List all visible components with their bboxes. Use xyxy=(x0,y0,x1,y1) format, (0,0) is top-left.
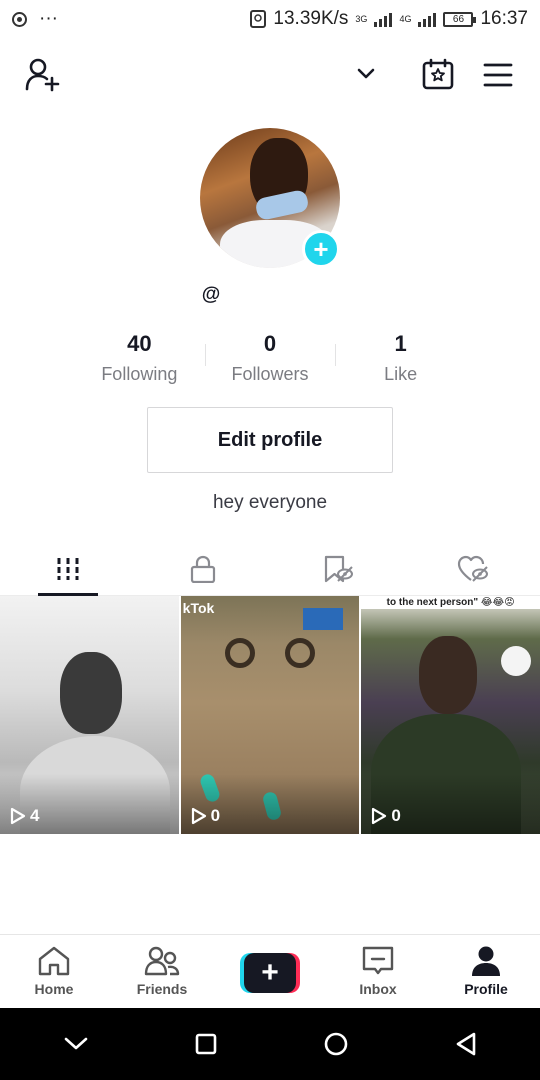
nav-profile[interactable]: Profile xyxy=(432,935,540,1008)
hamburger-menu-icon[interactable] xyxy=(483,62,513,88)
sim-icon xyxy=(250,10,267,28)
videos-grid-icon xyxy=(57,557,78,580)
view-count-value: 4 xyxy=(30,806,40,825)
home-icon xyxy=(38,946,70,976)
stat-label: Followers xyxy=(231,364,309,384)
nav-home[interactable]: Home xyxy=(0,935,108,1008)
create-plus-icon[interactable]: + xyxy=(240,953,300,993)
signal-icon-2 xyxy=(418,11,437,27)
nav-label: Home xyxy=(34,981,74,997)
friends-icon xyxy=(144,946,180,976)
stat-likes[interactable]: 1 Like xyxy=(335,330,466,390)
nav-friends[interactable]: Friends xyxy=(108,935,216,1008)
view-count-value: 0 xyxy=(391,806,401,825)
back-chevron-icon[interactable] xyxy=(63,1035,89,1053)
nav-label: Profile xyxy=(464,981,508,997)
video-grid: 4 kTok 0 to the next person" 😂😂😡 0 xyxy=(0,596,540,834)
view-count: 0 xyxy=(371,806,401,826)
video-caption: to the next person" 😂😂😡 xyxy=(361,596,540,609)
chevron-down-icon[interactable] xyxy=(356,66,376,82)
edit-profile-button[interactable]: Edit profile xyxy=(147,407,393,473)
clock: 16:37 xyxy=(480,8,528,29)
view-count: 4 xyxy=(10,806,39,826)
battery-icon: 66 xyxy=(443,11,477,27)
profile-stats: 40 Following 0 Followers 1 Like xyxy=(74,330,466,390)
hidden-bookmark-icon xyxy=(324,555,353,582)
stat-value: 1 xyxy=(394,331,407,356)
nav-label: Inbox xyxy=(359,981,397,997)
stat-label: Following xyxy=(101,364,178,384)
network-speed: 13.39K/s xyxy=(273,8,349,29)
video-tile[interactable]: 4 xyxy=(0,596,179,834)
battery-level: 66 xyxy=(452,13,465,25)
home-circle-icon[interactable] xyxy=(323,1031,349,1057)
network-type-2: 4G xyxy=(399,14,412,24)
profile-icon xyxy=(472,946,500,976)
signal-icon-1 xyxy=(374,11,393,27)
play-icon xyxy=(191,807,206,825)
stat-label: Like xyxy=(384,364,418,384)
tab-videos[interactable] xyxy=(0,542,135,596)
recents-square-icon[interactable] xyxy=(194,1032,218,1056)
back-triangle-icon[interactable] xyxy=(454,1031,478,1057)
recording-icon xyxy=(12,11,27,27)
view-count-value: 0 xyxy=(210,806,221,825)
inbox-icon xyxy=(362,946,394,975)
video-tile[interactable]: to the next person" 😂😂😡 0 xyxy=(361,596,540,834)
add-avatar-button[interactable]: + xyxy=(302,230,340,268)
nav-create[interactable]: + xyxy=(216,935,324,1008)
bio: hey everyone xyxy=(212,492,328,513)
top-nav xyxy=(0,52,540,98)
view-count: 0 xyxy=(191,806,220,826)
nav-inbox[interactable]: Inbox xyxy=(324,935,432,1008)
stat-followers[interactable]: 0 Followers xyxy=(204,330,336,390)
username: @ xyxy=(201,284,221,305)
avatar-container[interactable]: + xyxy=(200,128,340,268)
create-symbol: + xyxy=(244,953,296,993)
tab-liked[interactable] xyxy=(405,542,540,595)
play-icon xyxy=(372,807,387,825)
tab-private[interactable] xyxy=(135,542,270,595)
android-nav-bar xyxy=(0,1008,540,1080)
play-icon xyxy=(10,807,26,825)
hidden-liked-icon xyxy=(457,555,488,582)
profile-tabs xyxy=(0,542,540,596)
nav-label: Friends xyxy=(136,981,188,997)
stat-value: 0 xyxy=(263,331,277,356)
notification-dots: ··· xyxy=(39,8,58,29)
watermark: kTok xyxy=(182,600,215,616)
status-bar: ··· 13.39K/s 3G 4G 66 16:37 xyxy=(0,0,540,38)
calendar-star-icon[interactable] xyxy=(422,58,454,90)
private-lock-icon xyxy=(190,555,215,583)
add-person-icon[interactable] xyxy=(24,56,60,92)
video-tile[interactable]: kTok 0 xyxy=(180,596,360,834)
stat-value: 40 xyxy=(127,331,152,356)
network-type-1: 3G xyxy=(355,14,368,24)
stat-following[interactable]: 40 Following xyxy=(74,330,205,390)
bottom-nav: Home Friends + Inbox Profile xyxy=(0,934,540,1008)
tab-bookmarks[interactable] xyxy=(270,542,405,595)
